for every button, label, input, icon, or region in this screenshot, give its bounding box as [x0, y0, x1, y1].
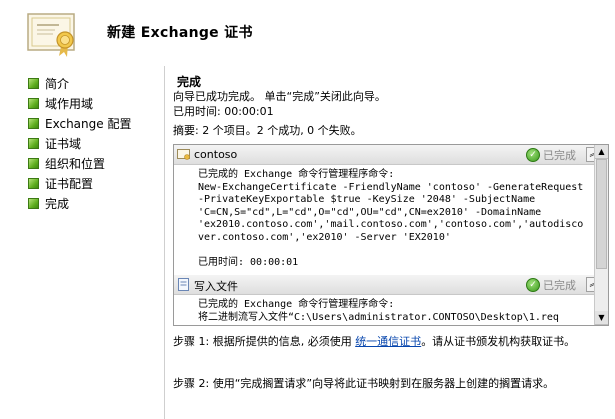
results-pane: contoso ✓ 已完成 ︽ 已完成的 Exchange 命令行管理程序命令:…	[173, 144, 609, 326]
nav-item-label: Exchange 配置	[45, 116, 132, 131]
step-bullet-icon	[28, 137, 39, 149]
result-status-label: 已完成	[543, 279, 576, 292]
wizard-title: 新建 Exchange 证书	[107, 25, 253, 41]
wizard-header: 新建 Exchange 证书	[0, 0, 615, 66]
nav-item-complete[interactable]: 完成	[28, 194, 69, 212]
summary-text: 摘要: 2 个项目。2 个成功, 0 个失败。	[173, 124, 362, 137]
document-icon	[178, 278, 189, 291]
step1-text: 步骤 1: 根据所提供的信息, 必须使用 统一通信证书。请从证书颁发机构获取证书…	[173, 334, 603, 349]
certificate-small-icon	[177, 149, 190, 160]
elapsed-time: 已用时间: 00:00:01	[173, 105, 274, 118]
success-check-icon: ✓	[526, 278, 540, 292]
step-bullet-icon	[28, 157, 39, 169]
nav-item-exchange-config[interactable]: Exchange 配置	[28, 114, 131, 132]
nav-item-cert-domains[interactable]: 证书域	[28, 134, 81, 152]
success-check-icon: ✓	[526, 148, 540, 162]
intro-text: 向导已成功完成。 单击“完成”关闭此向导。	[173, 90, 386, 103]
result-details: 已完成的 Exchange 命令行管理程序命令: New-ExchangeCer…	[198, 169, 584, 268]
step1-prefix: 步骤 1: 根据所提供的信息, 必须使用	[173, 335, 356, 348]
completion-panel: 完成 向导已成功完成。 单击“完成”关闭此向导。 已用时间: 00:00:01 …	[164, 66, 615, 419]
nav-item-intro[interactable]: 简介	[28, 74, 69, 92]
nav-item-label: 证书配置	[45, 176, 94, 191]
nav-item-label: 域作用域	[45, 96, 94, 111]
step1-suffix: 。请从证书颁发机构获取证书。	[421, 335, 576, 348]
scroll-down-icon[interactable]: ▼	[595, 311, 608, 325]
nav-item-label: 完成	[45, 196, 70, 211]
result-status: ✓ 已完成	[526, 277, 576, 293]
step-bullet-icon	[28, 177, 39, 189]
result-status: ✓ 已完成	[526, 147, 576, 163]
nav-item-org-location[interactable]: 组织和位置	[28, 154, 105, 172]
step-bullet-icon	[28, 197, 39, 209]
scrollbar-thumb[interactable]	[596, 159, 607, 269]
step-bullet-icon	[28, 97, 39, 109]
nav-item-cert-config[interactable]: 证书配置	[28, 174, 93, 192]
step-bullet-icon	[28, 117, 39, 129]
wizard-steps-sidebar: 简介 域作用域 Exchange 配置 证书域 组织和位置 证书配置 完成	[0, 66, 160, 419]
result-header-contoso: contoso ✓ 已完成 ︽	[174, 145, 608, 165]
result-name: contoso	[194, 148, 238, 161]
unified-communications-cert-link[interactable]: 统一通信证书	[355, 335, 421, 348]
step2-text: 步骤 2: 使用“完成搁置请求”向导将此证书映射到在服务器上创建的搁置请求。	[173, 377, 555, 390]
certificate-icon	[27, 13, 75, 57]
nav-item-label: 组织和位置	[45, 156, 106, 171]
result-details: 已完成的 Exchange 命令行管理程序命令: 将二进制流写入文件“C:\Us…	[198, 299, 559, 323]
result-name: 写入文件	[194, 280, 238, 293]
result-status-label: 已完成	[543, 149, 576, 162]
step-bullet-icon	[28, 77, 39, 89]
nav-item-domain-scope[interactable]: 域作用域	[28, 94, 93, 112]
scroll-up-icon[interactable]: ▲	[595, 145, 608, 159]
nav-item-label: 简介	[45, 76, 70, 91]
result-header-write-file: 写入文件 ✓ 已完成 ︽	[174, 275, 608, 295]
nav-item-label: 证书域	[45, 136, 82, 151]
results-scrollbar[interactable]: ▲ ▼	[594, 145, 608, 325]
